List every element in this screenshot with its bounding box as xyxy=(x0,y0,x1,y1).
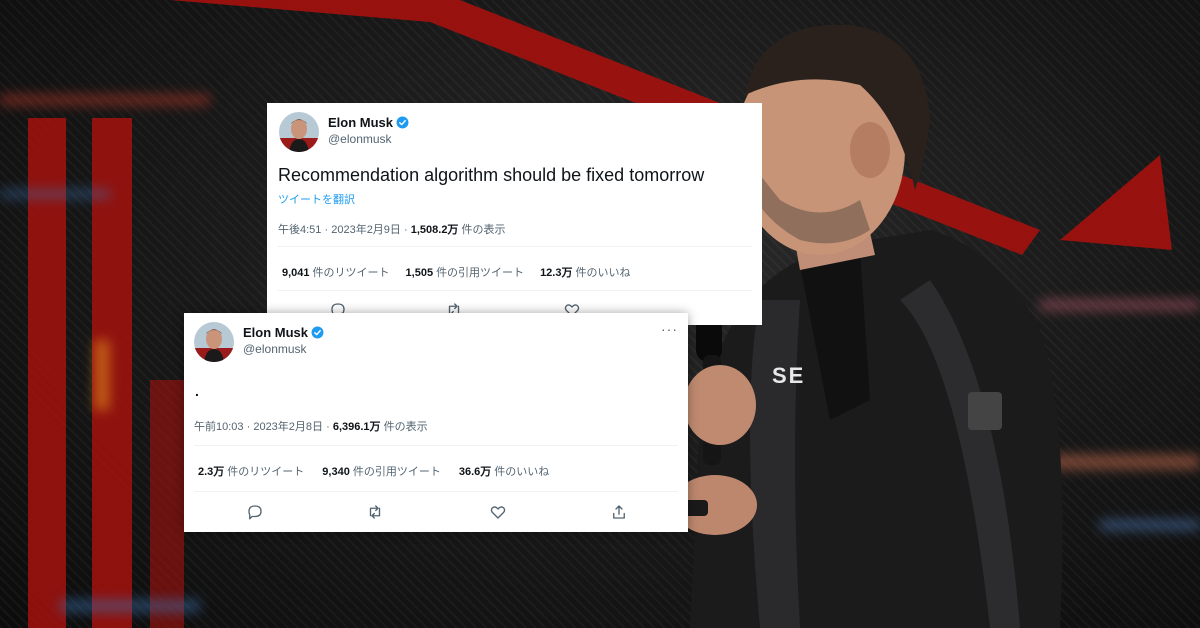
verified-badge-icon xyxy=(396,116,409,129)
divider xyxy=(194,491,678,492)
tweet-date[interactable]: 2023年2月9日 xyxy=(331,224,401,236)
verified-badge-icon xyxy=(311,326,324,339)
share-icon[interactable] xyxy=(610,503,630,523)
likes-count: 12.3万 xyxy=(540,267,573,279)
like-icon[interactable] xyxy=(489,503,509,523)
tweet-stats: 2.3万 件のリツイート 9,340 件の引用ツイート 36.6万 件のいいね xyxy=(198,463,549,479)
views-count: 6,396.1万 xyxy=(332,421,381,433)
quotes-count: 9,340 xyxy=(322,466,350,478)
tweet-header: Elon Musk @elonmusk xyxy=(279,112,409,152)
retweets-stat[interactable]: 9,041 件のリツイート xyxy=(282,264,390,280)
quotes-stat[interactable]: 1,505 件の引用ツイート xyxy=(406,264,525,280)
views-count: 1,508.2万 xyxy=(410,224,459,236)
retweets-stat[interactable]: 2.3万 件のリツイート xyxy=(198,463,304,479)
tweet-meta: 午後4:51 · 2023年2月9日 · 1,508.2万 件の表示 xyxy=(278,221,506,237)
author-handle[interactable]: @elonmusk xyxy=(243,342,324,356)
more-icon[interactable]: ··· xyxy=(661,321,678,337)
tweet-card[interactable]: Elon Musk @elonmusk Recommendation algor… xyxy=(267,103,762,325)
meta-separator: · xyxy=(326,421,330,433)
tweet-card[interactable]: Elon Musk @elonmusk ··· . 午前10:03 · 2023… xyxy=(184,313,688,532)
quotes-count: 1,505 xyxy=(405,267,434,279)
retweets-count: 9,041 xyxy=(282,267,310,279)
author-name[interactable]: Elon Musk xyxy=(328,115,393,130)
quotes-stat[interactable]: 9,340 件の引用ツイート xyxy=(322,463,441,479)
avatar[interactable] xyxy=(279,112,319,152)
avatar[interactable] xyxy=(194,322,234,362)
retweets-label: 件のリツイート xyxy=(227,466,305,478)
likes-label: 件のいいね xyxy=(575,267,631,279)
meta-separator: · xyxy=(246,421,251,433)
tweet-meta: 午前10:03 · 2023年2月8日 · 6,396.1万 件の表示 xyxy=(194,418,428,434)
views-label: 件の表示 xyxy=(383,421,428,433)
retweet-icon[interactable] xyxy=(366,503,386,523)
tweet-time[interactable]: 午前10:03 xyxy=(194,421,244,433)
divider xyxy=(277,246,752,247)
tweet-text: . xyxy=(195,383,199,399)
quotes-label: 件の引用ツイート xyxy=(436,267,525,279)
author-name[interactable]: Elon Musk xyxy=(243,325,308,340)
meta-separator: · xyxy=(324,224,329,236)
divider xyxy=(194,445,678,446)
tweet-header: Elon Musk @elonmusk xyxy=(194,322,324,362)
translate-tweet-link[interactable]: ツイートを翻訳 xyxy=(278,191,355,207)
retweets-count: 2.3万 xyxy=(198,466,225,478)
likes-count: 36.6万 xyxy=(458,466,492,478)
tweet-text: Recommendation algorithm should be fixed… xyxy=(278,165,705,185)
tweet-time[interactable]: 午後4:51 xyxy=(278,224,321,236)
reply-icon[interactable] xyxy=(246,503,266,523)
tweet-date[interactable]: 2023年2月8日 xyxy=(253,421,323,433)
divider xyxy=(277,290,752,291)
quotes-label: 件の引用ツイート xyxy=(352,466,441,478)
likes-stat[interactable]: 36.6万 件のいいね xyxy=(459,463,549,479)
likes-label: 件のいいね xyxy=(494,466,550,478)
meta-separator: · xyxy=(404,224,408,236)
likes-stat[interactable]: 12.3万 件のいいね xyxy=(540,264,630,280)
retweets-label: 件のリツイート xyxy=(312,267,390,279)
tweet-stats: 9,041 件のリツイート 1,505 件の引用ツイート 12.3万 件のいいね xyxy=(282,264,630,280)
views-label: 件の表示 xyxy=(461,224,506,236)
author-handle[interactable]: @elonmusk xyxy=(328,132,409,146)
